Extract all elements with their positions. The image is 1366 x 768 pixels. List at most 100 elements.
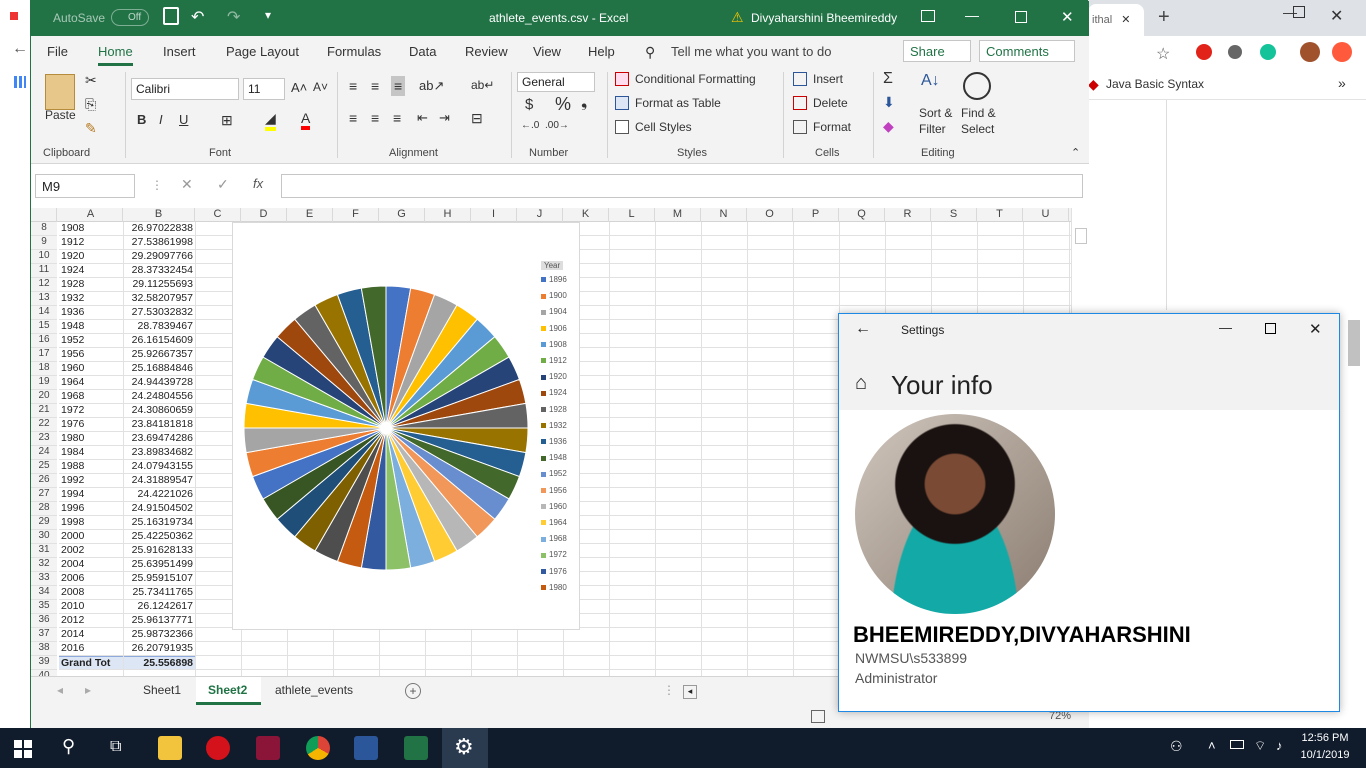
row-header[interactable]: 22 <box>31 418 57 432</box>
insert-button[interactable]: Insert <box>813 72 843 86</box>
cell-a[interactable]: 2002 <box>59 544 123 558</box>
settings-gear-icon[interactable]: ⚙ <box>454 734 474 760</box>
column-header-j[interactable]: J <box>517 208 563 222</box>
cell-b[interactable]: 24.24804556 <box>123 390 195 404</box>
row-header[interactable]: 17 <box>31 348 57 362</box>
paste-button[interactable]: Paste <box>45 108 76 122</box>
file-explorer-icon[interactable] <box>158 736 182 760</box>
decrease-indent-icon[interactable]: ⇤ <box>417 110 428 126</box>
cell-b[interactable]: 26.97022838 <box>123 222 195 236</box>
column-header-t[interactable]: T <box>977 208 1023 222</box>
underline-icon[interactable]: U <box>179 112 188 127</box>
row-header[interactable]: 8 <box>31 222 57 236</box>
cell-a[interactable]: 1948 <box>59 320 123 334</box>
sheet-tab-sheet1[interactable]: Sheet1 <box>143 683 181 697</box>
cell-a[interactable]: 1952 <box>59 334 123 348</box>
autosave-toggle[interactable]: Off <box>111 9 149 26</box>
row-header[interactable]: 21 <box>31 404 57 418</box>
new-tab-button[interactable]: + <box>1158 6 1170 29</box>
row-header[interactable]: 19 <box>31 376 57 390</box>
column-header-u[interactable]: U <box>1023 208 1069 222</box>
cell-a[interactable]: 1908 <box>59 222 123 236</box>
row-header[interactable]: 10 <box>31 250 57 264</box>
tab-help[interactable]: Help <box>588 44 615 59</box>
align-right-icon[interactable]: ≡ <box>393 110 401 126</box>
column-header-s[interactable]: S <box>931 208 977 222</box>
next-sheet-icon[interactable]: ▸ <box>85 683 91 697</box>
column-header-r[interactable]: R <box>885 208 931 222</box>
row-header[interactable]: 23 <box>31 432 57 446</box>
cell-a[interactable]: 1936 <box>59 306 123 320</box>
wrap-text-icon[interactable]: ab↵ <box>471 78 494 92</box>
increase-decimal-icon[interactable]: ←.0 <box>521 120 539 131</box>
cell-a[interactable]: 1964 <box>59 376 123 390</box>
column-header-o[interactable]: O <box>747 208 793 222</box>
cell-a[interactable]: 1994 <box>59 488 123 502</box>
column-header-q[interactable]: Q <box>839 208 885 222</box>
cell-b[interactable]: 28.37332454 <box>123 264 195 278</box>
user-name[interactable]: Divyaharshini Bheemireddy <box>751 11 897 25</box>
clock-date[interactable]: 10/1/2019 <box>1296 749 1354 761</box>
row-header[interactable]: 11 <box>31 264 57 278</box>
opera-icon[interactable] <box>206 736 230 760</box>
opera-extension-icon[interactable] <box>1196 44 1212 60</box>
bold-icon[interactable]: B <box>137 112 146 127</box>
cell-b[interactable]: 32.58207957 <box>123 292 195 306</box>
row-header[interactable]: 25 <box>31 460 57 474</box>
start-icon[interactable] <box>14 740 32 758</box>
collapse-ribbon-icon[interactable]: ⌃ <box>1071 146 1080 159</box>
borders-icon[interactable]: ⊞ <box>221 112 233 129</box>
cell-a[interactable]: 1976 <box>59 418 123 432</box>
tray-chevron-icon[interactable]: ˄ <box>1208 738 1216 753</box>
cell-a[interactable]: 1984 <box>59 446 123 460</box>
row-header[interactable]: 38 <box>31 642 57 656</box>
paste-icon[interactable] <box>45 74 75 110</box>
cell-a[interactable]: 1980 <box>59 432 123 446</box>
word-icon[interactable] <box>354 736 378 760</box>
formula-input[interactable] <box>281 174 1083 198</box>
cell-a[interactable]: 1960 <box>59 362 123 376</box>
apps-icon[interactable] <box>14 76 26 88</box>
tab-file[interactable]: File <box>47 44 68 59</box>
column-header-k[interactable]: K <box>563 208 609 222</box>
align-bottom-icon[interactable]: ≡ <box>391 76 406 96</box>
cell-b[interactable]: 25.96137771 <box>123 614 195 628</box>
back-icon[interactable]: ← <box>855 320 871 338</box>
cell-a[interactable]: 1988 <box>59 460 123 474</box>
clock-time[interactable]: 12:56 PM <box>1296 732 1354 744</box>
cell-a[interactable]: Grand Tot <box>59 656 123 670</box>
row-header[interactable]: 15 <box>31 320 57 334</box>
sheet-tab-athlete-events[interactable]: athlete_events <box>275 683 353 697</box>
find-select-icon[interactable] <box>963 72 991 100</box>
tell-me-box[interactable]: Tell me what you want to do <box>671 44 831 59</box>
pie-chart-svg[interactable] <box>233 223 579 629</box>
find-select-button[interactable]: Find & <box>961 106 996 120</box>
select-all-corner[interactable] <box>31 208 57 222</box>
cell-b[interactable]: 24.94439728 <box>123 376 195 390</box>
insert-function-icon[interactable]: fx <box>253 176 263 191</box>
cell-a[interactable]: 1928 <box>59 278 123 292</box>
cell-styles-button[interactable]: Cell Styles <box>635 120 692 134</box>
cell-a[interactable]: 1920 <box>59 250 123 264</box>
chrome-icon[interactable] <box>306 736 330 760</box>
cell-b[interactable]: 24.91504502 <box>123 502 195 516</box>
minimize-icon[interactable]: — <box>965 7 979 23</box>
row-header[interactable]: 20 <box>31 390 57 404</box>
tab-insert[interactable]: Insert <box>163 44 196 59</box>
cell-a[interactable]: 1912 <box>59 236 123 250</box>
delete-button[interactable]: Delete <box>813 96 848 110</box>
cell-b[interactable]: 26.1242617 <box>123 600 195 614</box>
align-middle-icon[interactable]: ≡ <box>371 78 379 94</box>
row-header[interactable]: 29 <box>31 516 57 530</box>
scroll-left-icon[interactable]: ◂ <box>683 685 697 699</box>
decrease-font-icon[interactable]: A˅ <box>313 80 328 94</box>
column-header-e[interactable]: E <box>287 208 333 222</box>
conditional-formatting-button[interactable]: Conditional Formatting <box>635 72 756 86</box>
font-name-select[interactable]: Calibri <box>131 78 239 100</box>
cell-b[interactable]: 25.63951499 <box>123 558 195 572</box>
row-header[interactable]: 18 <box>31 362 57 376</box>
cell-b[interactable]: 23.84181818 <box>123 418 195 432</box>
share-button[interactable]: Share <box>903 40 971 62</box>
tab-review[interactable]: Review <box>465 44 508 59</box>
row-header[interactable]: 34 <box>31 586 57 600</box>
